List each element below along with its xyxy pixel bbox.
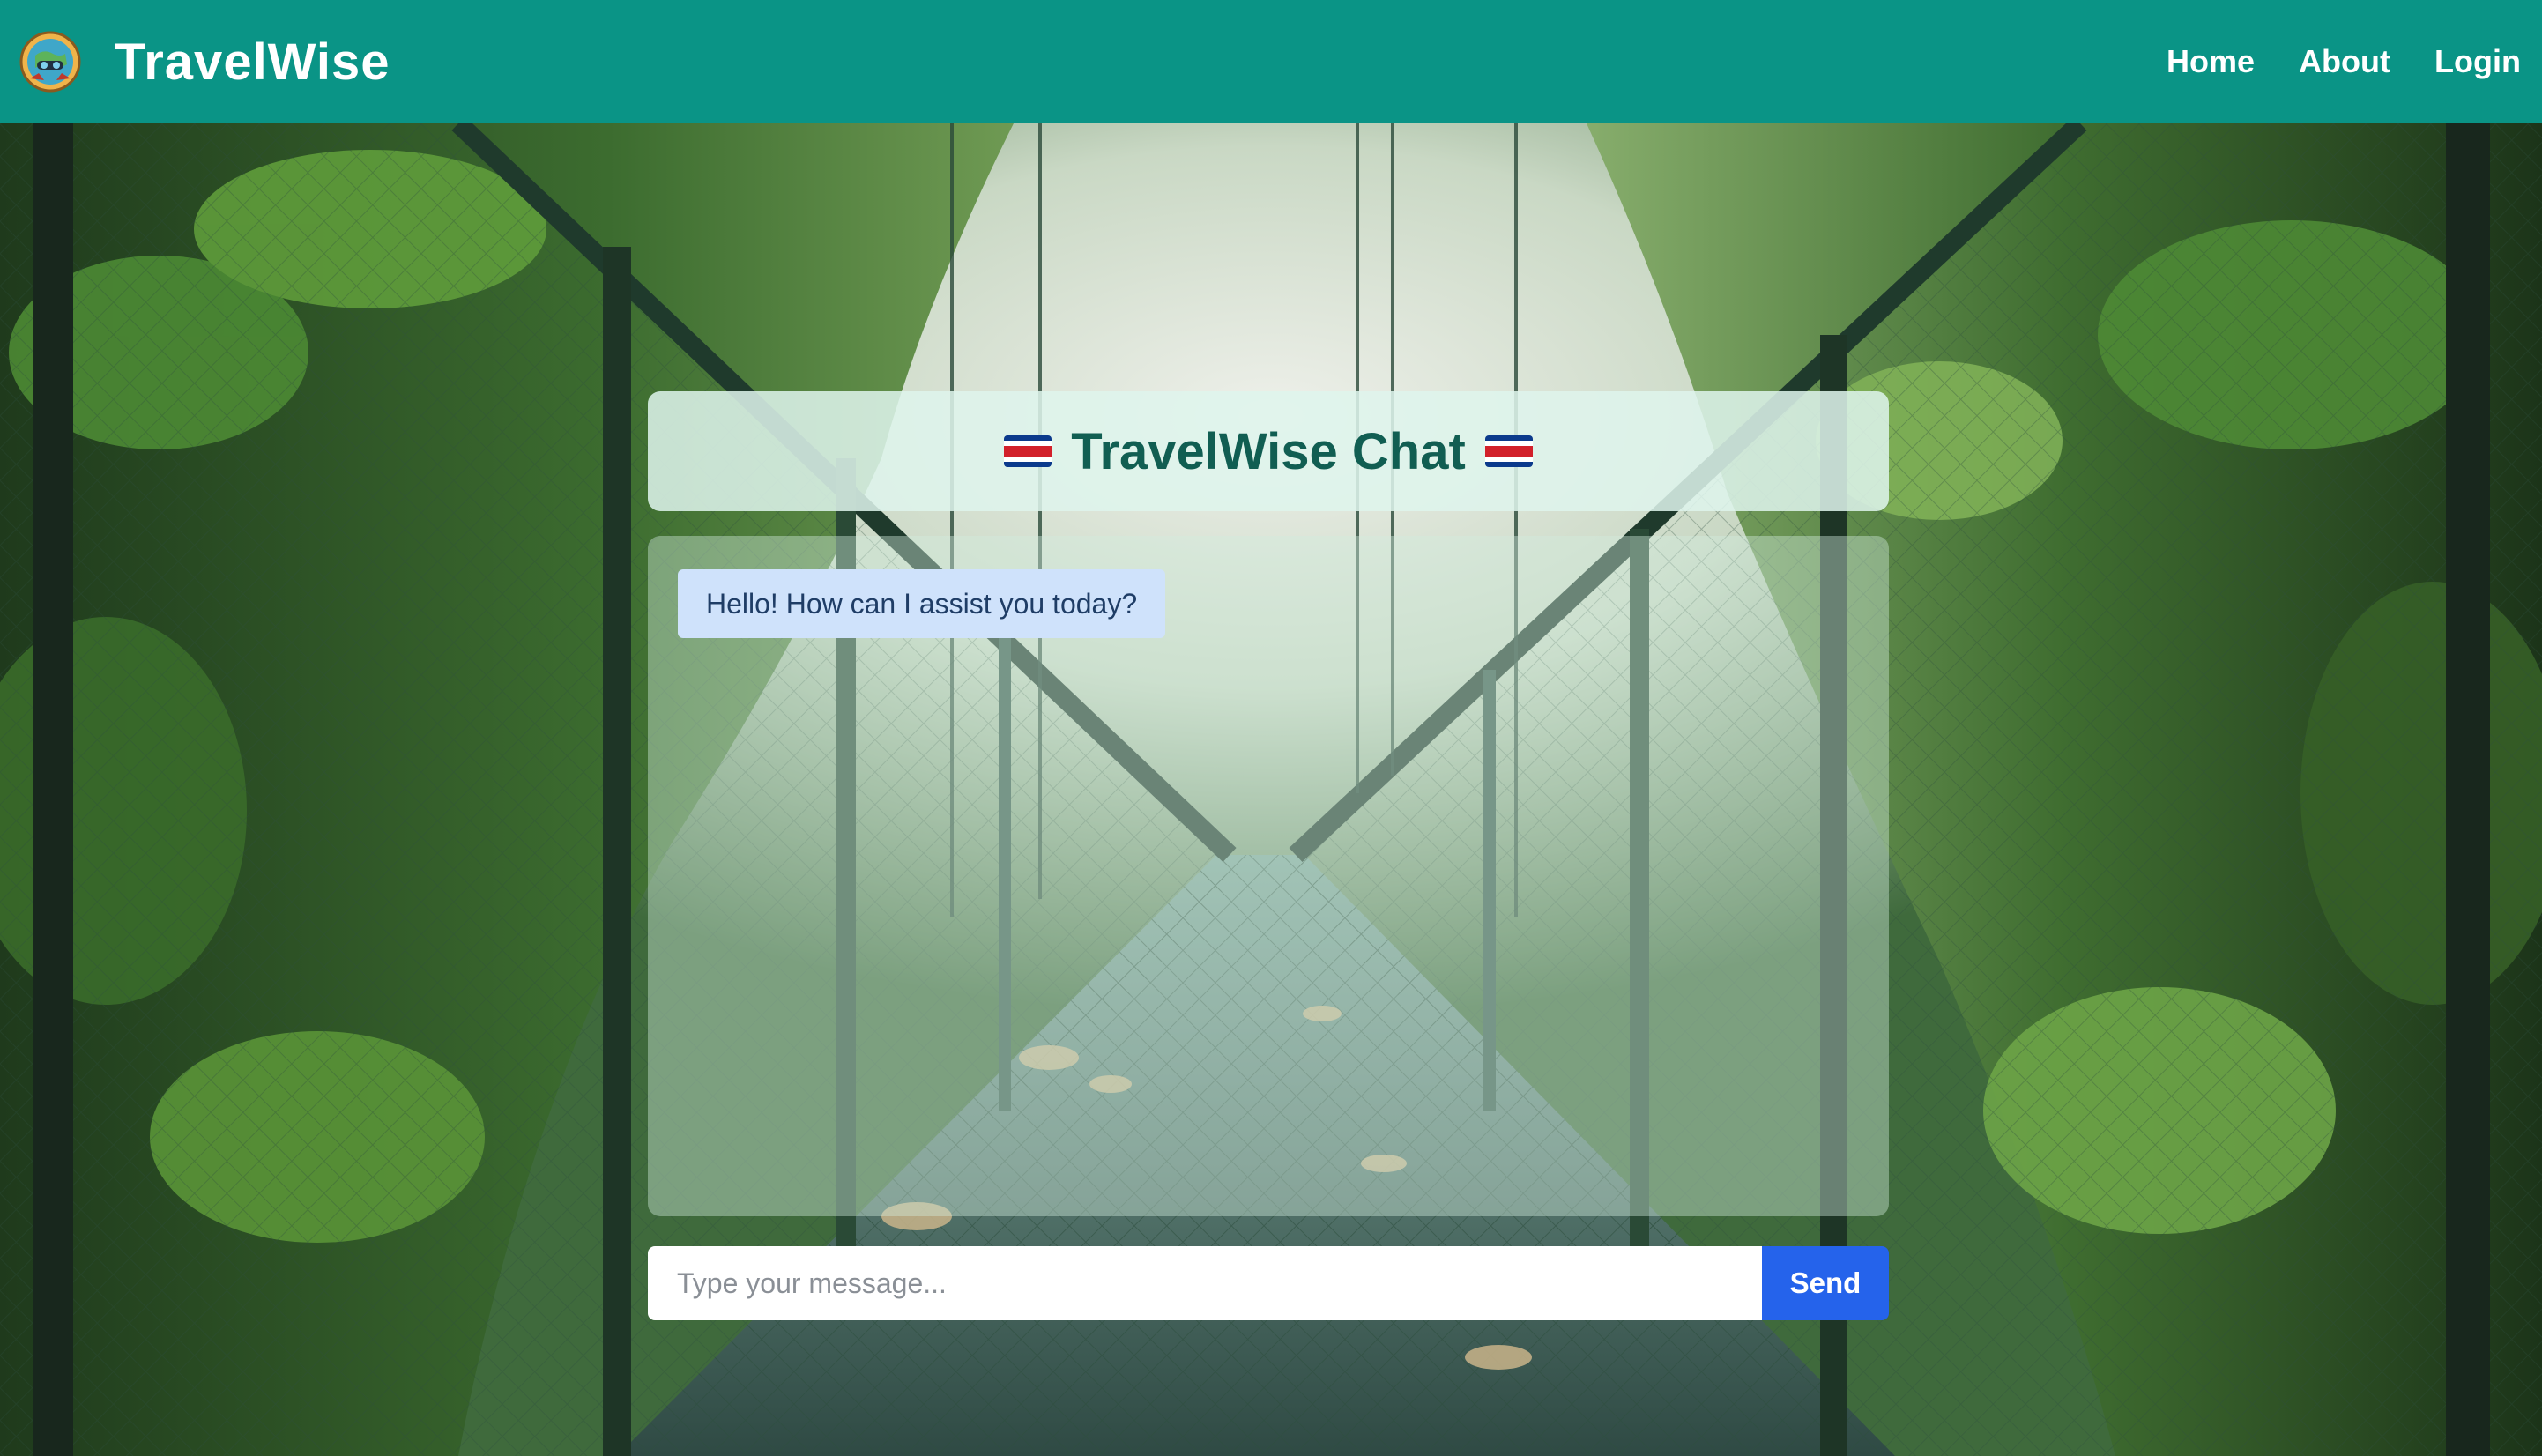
send-button[interactable]: Send (1762, 1246, 1889, 1320)
costa-rica-flag-icon (1004, 435, 1052, 467)
chat-title-text: TravelWise Chat (1071, 422, 1466, 480)
message-input[interactable] (648, 1246, 1762, 1320)
travel-globe-logo-icon[interactable] (18, 29, 83, 94)
top-navbar: TravelWise Home About Login (0, 0, 2542, 123)
nav-link-home[interactable]: Home (2167, 43, 2255, 80)
message-composer: Send (648, 1246, 1889, 1320)
chat-title: TravelWise Chat (1004, 422, 1533, 481)
nav-link-login[interactable]: Login (2434, 43, 2521, 80)
bot-message-bubble: Hello! How can I assist you today? (678, 569, 1166, 638)
main-nav: Home About Login (2167, 43, 2521, 80)
chat-messages-panel[interactable]: Hello! How can I assist you today? (648, 536, 1889, 1216)
chat-header: TravelWise Chat (648, 391, 1889, 511)
nav-link-about[interactable]: About (2299, 43, 2390, 80)
costa-rica-flag-icon (1484, 435, 1533, 467)
brand-title[interactable]: TravelWise (115, 33, 390, 92)
